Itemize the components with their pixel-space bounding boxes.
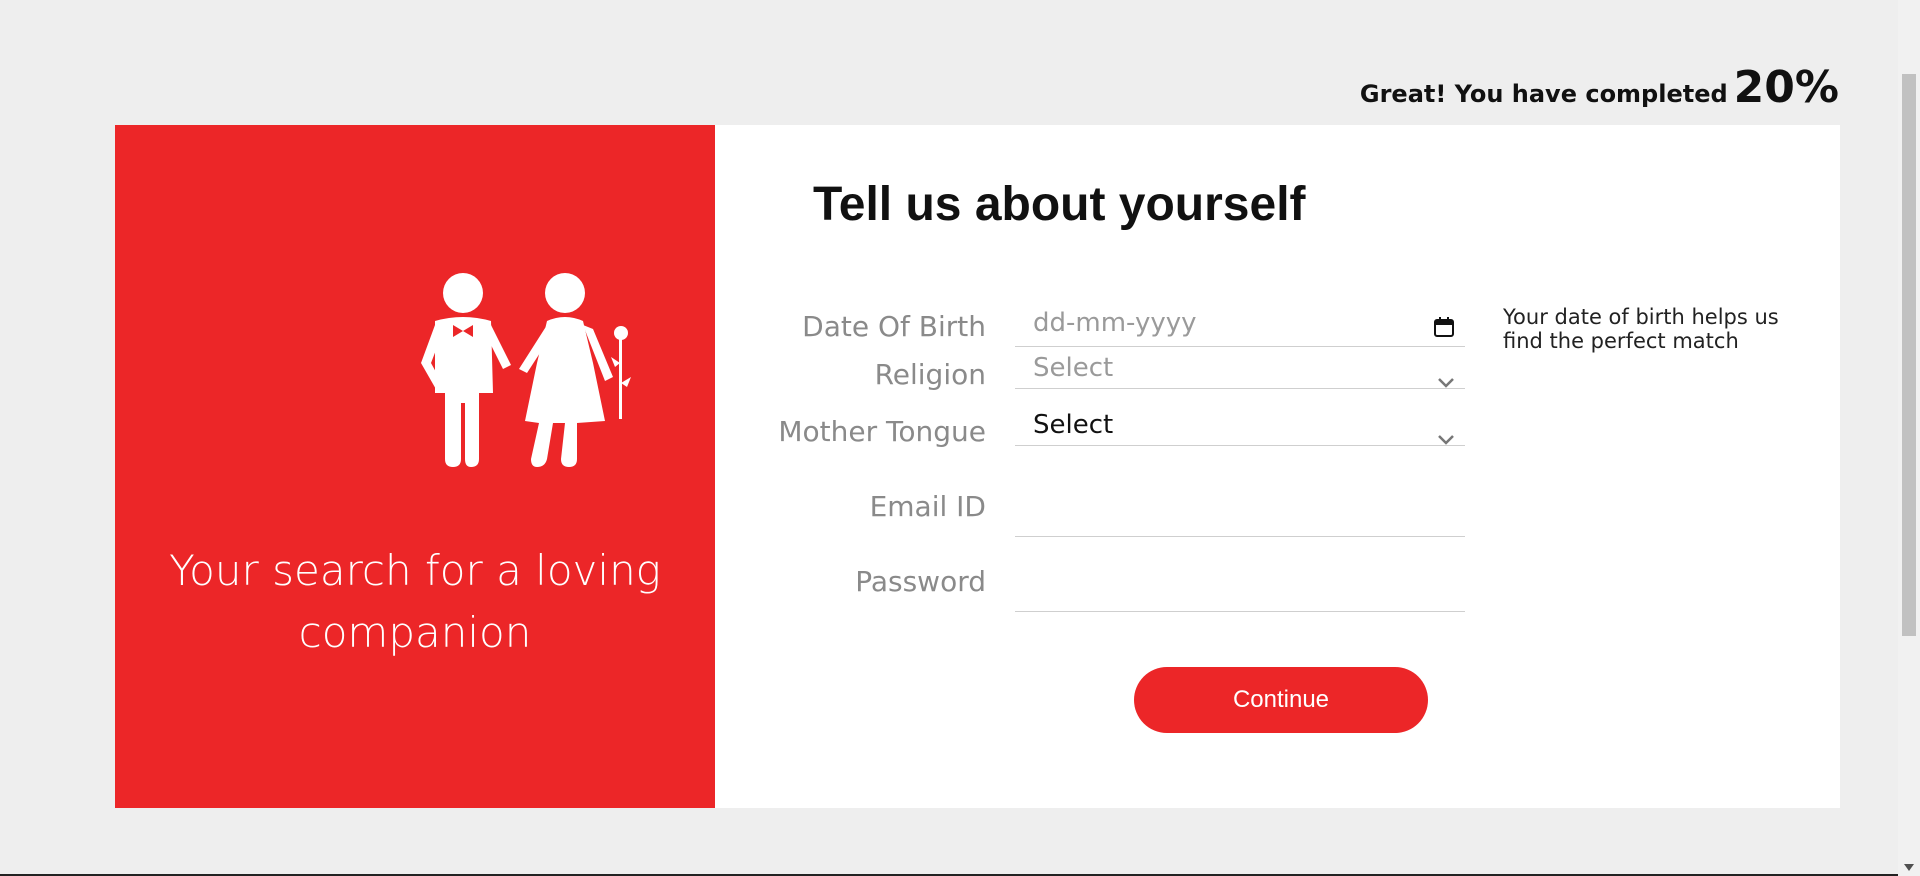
password-label: Password (855, 565, 986, 598)
religion-value: Select (1033, 353, 1114, 383)
mother-tongue-label: Mother Tongue (778, 415, 986, 448)
dob-label: Date Of Birth (802, 310, 986, 343)
tagline: Your search for a loving companion (169, 546, 661, 657)
progress-percent: 20% (1733, 62, 1839, 113)
calendar-icon[interactable] (1433, 316, 1455, 338)
email-label: Email ID (869, 490, 986, 523)
form-panel: Tell us about yourself Date Of Birth dd-… (715, 125, 1840, 808)
dob-placeholder: dd-mm-yyyy (1033, 308, 1197, 338)
mother-tongue-value: Select (1033, 410, 1114, 440)
form-title: Tell us about yourself (813, 178, 1306, 231)
dob-input[interactable]: dd-mm-yyyy (1015, 308, 1465, 347)
dob-hint: Your date of birth helps us find the per… (1503, 305, 1779, 353)
scrollbar[interactable] (1898, 0, 1920, 876)
mother-tongue-select[interactable]: Select (1015, 410, 1465, 446)
scroll-down-arrow-icon[interactable] (1904, 864, 1914, 872)
email-field[interactable] (1015, 487, 1465, 537)
religion-label: Religion (874, 358, 986, 391)
chevron-down-icon (1438, 435, 1454, 445)
progress-message: Great! You have completed (1359, 80, 1728, 108)
scrollbar-thumb[interactable] (1902, 74, 1916, 636)
chevron-down-icon (1438, 378, 1454, 388)
progress-indicator: Great! You have completed 20% (1360, 62, 1839, 113)
password-field[interactable] (1015, 562, 1465, 612)
registration-card: Your search for a loving companion Tell … (115, 125, 1840, 808)
religion-select[interactable]: Select (1015, 353, 1465, 389)
left-panel: Your search for a loving companion (115, 125, 715, 808)
continue-button[interactable]: Continue (1134, 667, 1428, 733)
couple-icon (421, 273, 631, 467)
